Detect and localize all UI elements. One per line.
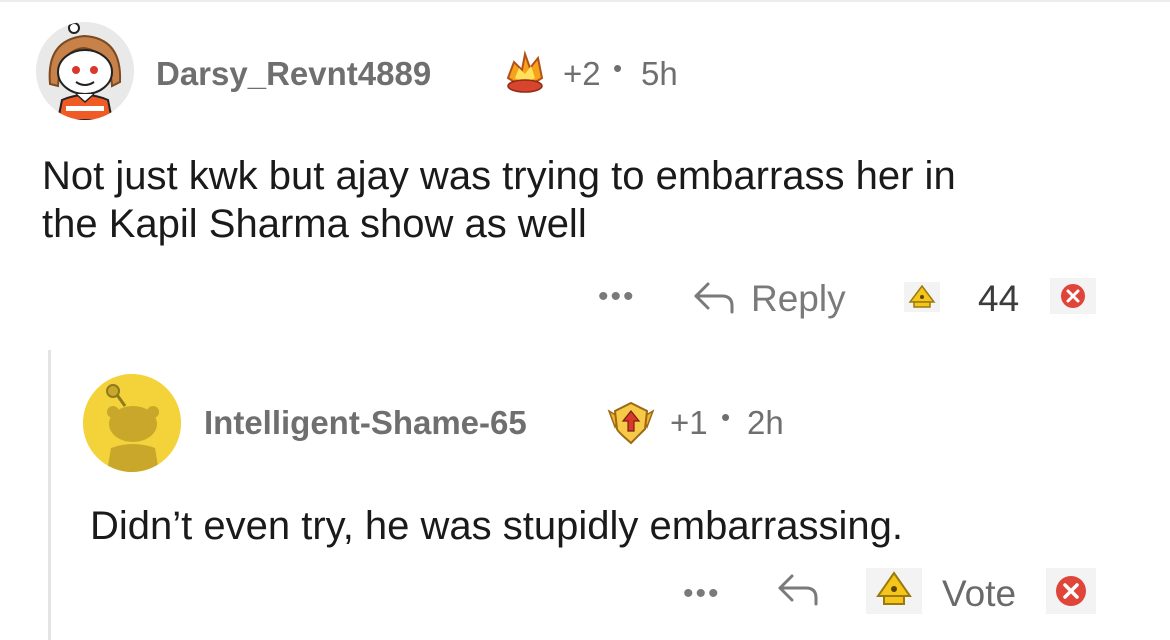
top-divider	[0, 0, 1170, 2]
comment-body: Not just kwk but ajay was trying to emba…	[42, 152, 956, 248]
downvote-icon[interactable]	[1046, 568, 1096, 614]
vote-label: Vote	[942, 573, 1017, 614]
vote-score: 44	[978, 278, 1020, 319]
upvote-icon[interactable]	[904, 282, 940, 312]
comment-timestamp: 2h	[747, 404, 784, 441]
award-count: +2	[563, 55, 601, 92]
reply-arrow-icon[interactable]	[692, 278, 736, 318]
comment-body-line: Not just kwk but ajay was trying to emba…	[42, 154, 956, 198]
award-count: +1	[670, 404, 708, 441]
reply-arrow-icon[interactable]	[776, 570, 820, 610]
comment-body-line: the Kapil Sharma show as well	[42, 202, 587, 246]
avatar[interactable]	[83, 374, 181, 472]
comment-body: Didn’t even try, he was stupidly embarra…	[90, 504, 903, 548]
avatar[interactable]	[36, 22, 134, 120]
downvote-icon[interactable]	[1050, 278, 1096, 314]
reply-button[interactable]: Reply	[751, 278, 846, 320]
comment-author-username[interactable]: Intelligent-Shame-65	[204, 404, 527, 442]
more-options-button[interactable]: •••	[683, 577, 721, 611]
snoo-avatar-icon	[83, 374, 181, 472]
meta-separator: •	[721, 402, 731, 432]
upvote-icon[interactable]	[866, 568, 922, 614]
snoo-avatar-icon	[36, 22, 134, 120]
comment-timestamp: 5h	[641, 55, 678, 92]
meta-separator: •	[613, 53, 623, 83]
fire-crystal-award-icon[interactable]	[500, 48, 550, 98]
more-options-button[interactable]: •••	[598, 280, 636, 314]
rank-up-shield-award-icon[interactable]	[605, 397, 657, 447]
comment-author-username[interactable]: Darsy_Revnt4889	[156, 55, 431, 93]
thread-line[interactable]	[48, 350, 51, 640]
